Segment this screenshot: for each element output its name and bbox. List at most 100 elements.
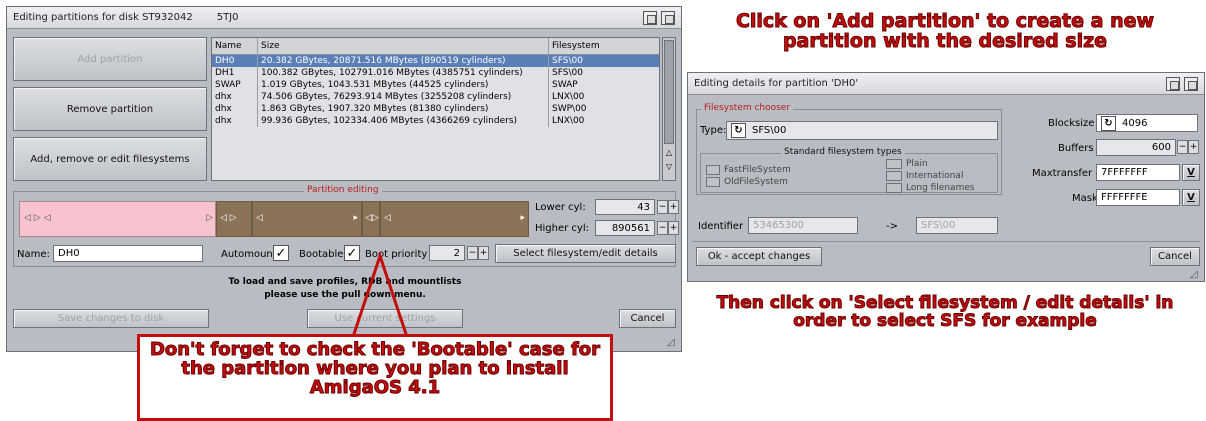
table-scrollbar[interactable]: △ ▽: [662, 37, 676, 181]
row-filesystem: SFS\00: [552, 56, 583, 66]
iconify-icon[interactable]: [643, 11, 657, 25]
mask-field[interactable]: FFFFFFFE: [1096, 189, 1180, 206]
details-cancel-button[interactable]: Cancel: [1150, 247, 1200, 266]
table-row[interactable]: dhx 1.863 GBytes, 1907.320 MBytes (81380…: [212, 103, 659, 115]
row-name: dhx: [212, 91, 258, 103]
oldfilesystem-checkbox[interactable]: [706, 177, 720, 187]
lower-cyl-increment-button[interactable]: +: [668, 200, 679, 214]
automount-checkbox[interactable]: ✓: [273, 245, 289, 261]
row-size: 1.863 GBytes, 1907.320 MBytes (81380 cyl…: [258, 103, 549, 115]
row-name: DH1: [212, 67, 258, 79]
segment-left-handle-icon[interactable]: ◁ ▷ ◁: [24, 213, 51, 223]
column-header-name[interactable]: Name: [212, 38, 258, 54]
partition-name-input[interactable]: DH0: [53, 245, 203, 262]
boot-priority-decrement-button[interactable]: −: [467, 246, 478, 260]
type-label: Type:: [700, 125, 727, 136]
standard-fs-types-title: Standard filesystem types: [781, 147, 905, 157]
table-row[interactable]: dhx 99.936 GBytes, 102334.406 MBytes (43…: [212, 115, 659, 127]
plain-label: Plain: [906, 159, 928, 169]
details-window-title: Editing details for partition 'DH0': [694, 78, 859, 89]
plain-checkbox[interactable]: [886, 159, 902, 169]
buffers-increment-button[interactable]: +: [1188, 140, 1199, 154]
lower-cyl-label: Lower cyl:: [535, 202, 586, 213]
resize-grip-icon[interactable]: ◿: [1190, 269, 1198, 280]
depth-icon[interactable]: [1184, 77, 1198, 91]
iconify-icon[interactable]: [1166, 77, 1180, 91]
type-value: SFS\00: [752, 125, 787, 136]
maxtransfer-dropdown-icon[interactable]: V: [1182, 164, 1200, 181]
lower-cyl-decrement-button[interactable]: −: [657, 200, 668, 214]
row-size: 100.382 GBytes, 102791.016 MBytes (43857…: [258, 67, 549, 79]
table-row[interactable]: DH0 20.382 GBytes, 20871.516 MBytes (890…: [212, 55, 659, 67]
partition-segment-selected[interactable]: ◁ ▷ ◁ ▷: [19, 201, 216, 237]
cancel-button[interactable]: Cancel: [619, 309, 676, 328]
partition-segment[interactable]: ◁ ▸: [380, 201, 529, 237]
higher-cyl-increment-button[interactable]: +: [668, 221, 679, 235]
maxtransfer-field[interactable]: 7FFFFFFF: [1096, 164, 1180, 181]
annotation-bootable-box: Don't forget to check the 'Bootable' cas…: [137, 334, 613, 421]
fastfilesystem-checkbox[interactable]: [706, 165, 720, 175]
higher-cyl-decrement-button[interactable]: −: [657, 221, 668, 235]
callout-pointer: [350, 251, 410, 340]
partition-segment[interactable]: ◁▷: [362, 201, 380, 237]
column-header-filesystem[interactable]: Filesystem: [549, 38, 600, 54]
row-filesystem: LNX\00: [552, 116, 585, 126]
save-changes-button[interactable]: Save changes to disk: [13, 309, 209, 328]
row-size: 99.936 GBytes, 102334.406 MBytes (436626…: [258, 115, 549, 127]
table-row[interactable]: dhx 74.506 GBytes, 76293.914 MBytes (325…: [212, 91, 659, 103]
cycle-icon[interactable]: ↻: [731, 123, 746, 138]
row-size: 20.382 GBytes, 20871.516 MBytes (890519 …: [258, 55, 549, 67]
table-row[interactable]: DH1 100.382 GBytes, 102791.016 MBytes (4…: [212, 67, 659, 79]
lower-cyl-field[interactable]: 43: [595, 199, 655, 215]
identifier-result-field: SFS\00: [916, 217, 998, 234]
boot-priority-increment-button[interactable]: +: [478, 246, 489, 260]
column-header-size[interactable]: Size: [258, 38, 549, 54]
partition-segment[interactable]: ◁ ▷: [216, 201, 252, 237]
partition-details-window: Editing details for partition 'DH0' File…: [687, 72, 1205, 282]
partition-table[interactable]: Name Size Filesystem DH0 20.382 GBytes, …: [211, 37, 660, 181]
identifier-label: Identifier: [698, 221, 744, 232]
blocksize-value: 4096: [1122, 117, 1148, 129]
remove-partition-button[interactable]: Remove partition: [13, 87, 207, 131]
annotation-bootable: Don't forget to check the 'Bootable' cas…: [149, 339, 601, 398]
type-cycle-field[interactable]: ↻ SFS\00: [726, 121, 998, 140]
details-titlebar[interactable]: Editing details for partition 'DH0': [688, 73, 1204, 95]
scrollbar-knob[interactable]: [664, 40, 674, 144]
window-titlebar[interactable]: Editing partitions for disk ST932042 5TJ…: [7, 7, 681, 29]
higher-cyl-field[interactable]: 890561: [595, 220, 655, 236]
row-name: SWAP: [212, 79, 258, 91]
depth-icon[interactable]: [661, 11, 675, 25]
ok-accept-button[interactable]: Ok - accept changes: [696, 247, 822, 266]
window-title: Editing partitions for disk ST932042: [13, 12, 193, 23]
row-name: dhx: [212, 103, 258, 115]
scroll-up-icon[interactable]: △: [664, 148, 674, 162]
identifier-arrow: ->: [886, 221, 898, 232]
row-filesystem: SWP\00: [552, 104, 587, 114]
long-filenames-label: Long filenames: [906, 183, 975, 193]
oldfilesystem-label: OldFileSystem: [724, 177, 788, 187]
check-icon: ✓: [275, 245, 287, 261]
international-checkbox[interactable]: [886, 171, 902, 181]
row-size: 74.506 GBytes, 76293.914 MBytes (3255208…: [258, 91, 549, 103]
buffers-decrement-button[interactable]: −: [1177, 140, 1188, 154]
long-filenames-checkbox[interactable]: [886, 183, 902, 193]
cycle-icon[interactable]: ↻: [1101, 115, 1116, 131]
buffers-field[interactable]: 600: [1096, 139, 1176, 156]
identifier-field[interactable]: 53465300: [748, 217, 858, 234]
row-name: DH0: [212, 55, 258, 67]
annotation-select-filesystem: Then click on 'Select filesystem / edit …: [716, 293, 1174, 331]
international-label: International: [906, 171, 964, 181]
partition-bar[interactable]: ◁ ▷ ◁ ▷ ◁ ▷ ◁ ▸ ◁▷ ◁ ▸: [19, 201, 529, 237]
resize-grip-icon[interactable]: ◿: [667, 337, 675, 348]
select-filesystem-button[interactable]: Select filesystem/edit details: [495, 244, 676, 263]
partition-segment[interactable]: ◁ ▸: [252, 201, 362, 237]
scroll-down-icon[interactable]: ▽: [664, 162, 674, 176]
mask-dropdown-icon[interactable]: V: [1182, 189, 1200, 206]
blocksize-cycle[interactable]: ↻ 4096: [1096, 114, 1198, 132]
edit-filesystems-button[interactable]: Add, remove or edit filesystems: [13, 137, 207, 181]
add-partition-button[interactable]: Add partition: [13, 37, 207, 81]
segment-right-handle-icon[interactable]: ▷: [206, 213, 213, 223]
table-row[interactable]: SWAP 1.019 GBytes, 1043.531 MBytes (4452…: [212, 79, 659, 91]
row-filesystem: LNX\00: [552, 92, 585, 102]
maxtransfer-label: Maxtransfer: [1032, 168, 1093, 179]
